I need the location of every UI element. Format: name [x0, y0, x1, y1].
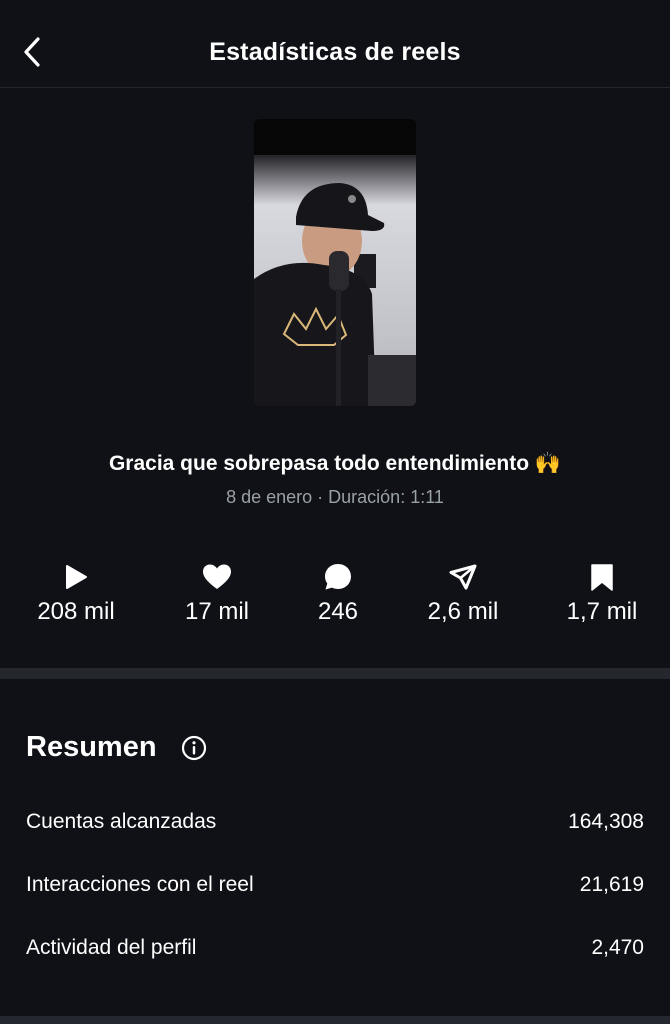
- top-bar: Estadísticas de reels: [0, 0, 670, 88]
- stat-saves: 1,7 mil: [532, 562, 670, 626]
- reel-stats: 208 mil 17 mil 246 2,6 mil 1,7 mil: [0, 562, 670, 632]
- summary-row-label: Actividad del perfil: [26, 936, 197, 959]
- play-icon: [66, 565, 87, 589]
- stat-shares: 2,6 mil: [393, 562, 533, 626]
- section-divider: [0, 668, 670, 679]
- stat-shares-value: 2,6 mil: [427, 598, 499, 625]
- info-icon: [181, 735, 207, 761]
- info-button[interactable]: [181, 735, 207, 766]
- reel-thumbnail[interactable]: [254, 119, 416, 406]
- heart-icon: [203, 564, 231, 589]
- stat-likes: 17 mil: [147, 562, 287, 626]
- page-title: Estadísticas de reels: [209, 38, 461, 66]
- bottom-divider: [0, 1016, 670, 1024]
- stat-comments: 246: [268, 562, 408, 626]
- stat-likes-value: 17 mil: [184, 598, 250, 625]
- summary-row-label: Interacciones con el reel: [26, 873, 254, 896]
- summary-row-accounts-reached[interactable]: Cuentas alcanzadas 164,308: [26, 810, 644, 840]
- summary-heading: Resumen: [26, 731, 157, 763]
- reel-title: Gracia que sobrepasa todo entendimiento …: [108, 452, 562, 475]
- stat-plays: 208 mil: [6, 562, 146, 626]
- bookmark-icon: [591, 564, 613, 591]
- share-icon: [449, 564, 477, 590]
- summary-row-value: 21,619: [579, 873, 644, 896]
- summary-row-value: 2,470: [591, 936, 644, 959]
- comment-icon: [325, 564, 351, 590]
- summary-row-label: Cuentas alcanzadas: [26, 810, 217, 833]
- reel-date-duration: 8 de enero · Duración: 1:11: [226, 487, 444, 507]
- stat-plays-value: 208 mil: [37, 598, 115, 625]
- summary-row-profile-activity[interactable]: Actividad del perfil 2,470: [26, 936, 644, 966]
- stat-saves-value: 1,7 mil: [566, 598, 638, 625]
- summary-row-value: 164,308: [568, 810, 644, 833]
- stat-comments-value: 246: [317, 598, 359, 625]
- summary-row-reel-interactions[interactable]: Interacciones con el reel 21,619: [26, 873, 644, 903]
- reel-thumbnail-image: [254, 119, 416, 406]
